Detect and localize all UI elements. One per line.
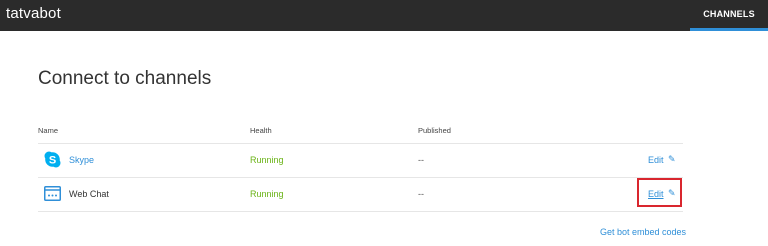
app-title[interactable]: tatvabot bbox=[6, 5, 61, 22]
channel-name-skype[interactable]: Skype bbox=[69, 155, 94, 165]
health-status: Running bbox=[250, 189, 284, 199]
web-chat-icon bbox=[44, 185, 61, 202]
table-row: S Skype Running -- Edit ✎ bbox=[38, 144, 683, 176]
pencil-icon[interactable]: ✎ bbox=[668, 154, 676, 165]
published-value: -- bbox=[418, 189, 424, 199]
get-bot-embed-codes-link[interactable]: Get bot embed codes bbox=[600, 227, 686, 237]
health-status: Running bbox=[250, 155, 284, 165]
edit-link-skype[interactable]: Edit bbox=[648, 155, 664, 165]
svg-text:S: S bbox=[49, 154, 56, 166]
tab-channels-label: CHANNELS bbox=[703, 9, 755, 19]
channel-name-web-chat[interactable]: Web Chat bbox=[69, 189, 109, 199]
row-divider bbox=[38, 211, 683, 212]
column-header-health: Health bbox=[250, 126, 272, 135]
active-tab-indicator bbox=[690, 28, 768, 31]
table-row: Web Chat Running -- Edit ✎ bbox=[38, 178, 683, 210]
top-bar: tatvabot CHANNELS bbox=[0, 0, 768, 31]
page-title: Connect to channels bbox=[38, 68, 212, 89]
tab-channels[interactable]: CHANNELS bbox=[690, 0, 768, 31]
published-value: -- bbox=[418, 155, 424, 165]
column-header-name: Name bbox=[38, 126, 59, 135]
column-header-published: Published bbox=[418, 126, 451, 135]
skype-icon: S bbox=[44, 151, 61, 168]
highlight-box bbox=[637, 178, 682, 207]
